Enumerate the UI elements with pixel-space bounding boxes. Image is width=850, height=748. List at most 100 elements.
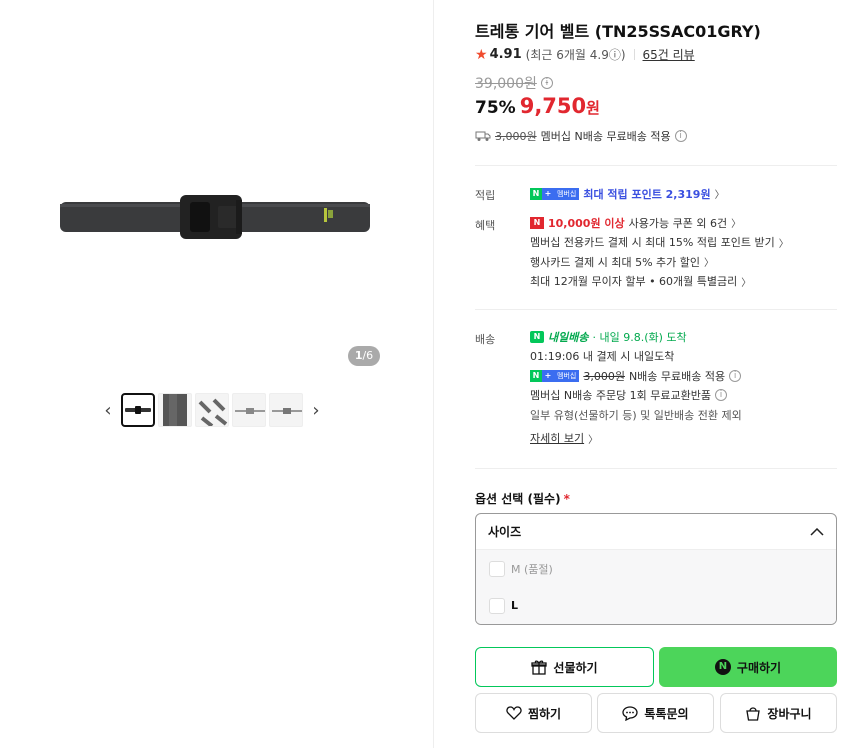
divider bbox=[475, 309, 837, 310]
option-label: L bbox=[511, 599, 519, 612]
delivery-label: 배송 bbox=[475, 333, 496, 346]
delivery-note: 일부 유형(선물하기 등) 및 일반배송 전환 제외 bbox=[530, 408, 742, 422]
size-select[interactable]: 사이즈 M (품절) L bbox=[475, 513, 837, 625]
badge-plus: + bbox=[542, 187, 554, 200]
badge-membership: 멤버십 bbox=[554, 369, 580, 382]
exchange-text: 멤버십 N배송 주문당 1회 무료교환반품 bbox=[530, 389, 712, 403]
arrival-date: · 내일 9.8.(화) 도착 bbox=[592, 330, 687, 344]
benefit-installment-line[interactable]: 최대 12개월 무이자 할부 • 60개월 특별금리 〉 bbox=[530, 272, 789, 292]
select-header[interactable]: 사이즈 bbox=[476, 514, 836, 550]
chevron-right-icon: 〉 bbox=[778, 238, 789, 250]
option-item-l[interactable]: L bbox=[476, 587, 836, 624]
benefit-discount-line[interactable]: 행사카드 결제 시 최대 5% 추가 할인 〉 bbox=[530, 252, 789, 272]
tomorrow-delivery-line: N 내일배송 · 내일 9.8.(화) 도착 bbox=[530, 327, 742, 347]
product-main-image[interactable] bbox=[40, 150, 390, 280]
image-gallery: 1/6 ‹ › bbox=[0, 0, 434, 748]
review-count-link[interactable]: 65건 리뷰 bbox=[643, 46, 695, 63]
delivery-body: N 내일배송 · 내일 9.8.(화) 도착 01:19:06 내 결제 시 내… bbox=[530, 327, 742, 448]
benefits-body: N 10,000원 이상 사용가능 쿠폰 외 6건 〉 멤버십 전용카드 결제 … bbox=[530, 213, 789, 291]
product-title: 트레통 기어 벨트 (TN25SSAC01GRY) bbox=[475, 22, 761, 41]
chevron-right-icon: 〉 bbox=[741, 277, 752, 289]
thumbnail-5[interactable] bbox=[269, 393, 303, 427]
chevron-right-icon: 〉 bbox=[731, 219, 742, 231]
delivery-fee: 3,000원 bbox=[583, 369, 625, 383]
info-icon[interactable]: i bbox=[540, 77, 553, 89]
option-item-m[interactable]: M (품절) bbox=[476, 550, 836, 587]
wish-button[interactable]: 찜하기 bbox=[475, 693, 592, 733]
talk-button[interactable]: 톡톡문의 bbox=[597, 693, 714, 733]
badge-membership: 멤버십 bbox=[554, 187, 580, 200]
belt-flat-thumb-icon bbox=[235, 408, 265, 414]
tomorrow-delivery-icon: N bbox=[530, 330, 544, 343]
gift-button[interactable]: 선물하기 bbox=[475, 647, 654, 687]
info-icon[interactable]: i bbox=[674, 130, 687, 142]
npay-membership-badge: N + 멤버십 bbox=[530, 187, 580, 200]
option-title: 옵션 선택 (필수) * bbox=[475, 490, 570, 507]
discount-rate: 75% bbox=[475, 98, 516, 118]
coupon-line[interactable]: N 10,000원 이상 사용가능 쿠폰 외 6건 〉 bbox=[530, 213, 789, 233]
coupon-text: 사용가능 쿠폰 외 6건 bbox=[628, 216, 728, 230]
benefit-card-line[interactable]: 멤버십 전용카드 결제 시 최대 15% 적립 포인트 받기 〉 bbox=[530, 233, 789, 253]
sale-price-row: 75% 9,750 원 bbox=[475, 94, 600, 118]
talk-label: 톡톡문의 bbox=[644, 706, 689, 721]
recent-rating[interactable]: (최근 6개월 4.9ⓘ) bbox=[526, 46, 626, 63]
cart-label: 장바구니 bbox=[767, 706, 812, 721]
buy-label: 구매하기 bbox=[736, 660, 782, 675]
detail-link[interactable]: 자세히 보기 bbox=[530, 430, 584, 446]
thumb-prev-icon[interactable]: ‹ bbox=[98, 393, 118, 427]
divider bbox=[475, 165, 837, 166]
sale-price: 9,750 bbox=[519, 94, 587, 118]
separator bbox=[633, 49, 635, 60]
truck-icon bbox=[475, 131, 491, 141]
thumbnail-3[interactable] bbox=[195, 393, 229, 427]
original-price: 39,000원 bbox=[475, 76, 537, 92]
buy-button[interactable]: N 구매하기 bbox=[659, 647, 837, 687]
thumbnail-2[interactable] bbox=[158, 393, 192, 427]
badge-n: N bbox=[530, 187, 542, 200]
points-line[interactable]: N + 멤버십 최대 적립 포인트 2,319원 〉 bbox=[530, 184, 725, 204]
image-page-indicator: 1/6 bbox=[348, 346, 380, 366]
thumb-next-icon[interactable]: › bbox=[306, 393, 326, 427]
belt-flat2-thumb-icon bbox=[272, 408, 302, 414]
page-total: /6 bbox=[362, 349, 374, 362]
checkbox[interactable] bbox=[489, 560, 505, 577]
shipping-row: 3,000원 멤버십 N배송 무료배송 적용 i bbox=[475, 128, 687, 144]
points-body: N + 멤버십 최대 적립 포인트 2,319원 〉 bbox=[530, 184, 725, 204]
option-title-text: 옵션 선택 (필수) bbox=[475, 492, 561, 506]
coupon-amount: 10,000원 이상 bbox=[548, 216, 625, 230]
chevron-right-icon: 〉 bbox=[588, 434, 599, 446]
shopping-bag-icon bbox=[746, 707, 761, 721]
benefit-discount-text: 행사카드 결제 시 최대 5% 추가 할인 bbox=[530, 255, 700, 269]
star-icon: ★ bbox=[475, 46, 488, 63]
rating-row: ★ 4.91 (최근 6개월 4.9ⓘ) 65건 리뷰 bbox=[475, 46, 695, 63]
wish-label: 찜하기 bbox=[527, 706, 562, 721]
chevron-up-icon bbox=[810, 527, 824, 536]
original-price-row: 39,000원 i bbox=[475, 73, 553, 93]
delivery-fee-line: N + 멤버십 3,000원 N배송 무료배송 적용 i bbox=[530, 366, 742, 386]
required-mark: * bbox=[563, 492, 570, 506]
cart-button[interactable]: 장바구니 bbox=[720, 693, 837, 733]
max-points-text: 최대 적립 포인트 2,319원 bbox=[583, 187, 711, 201]
delivery-note-line: 일부 유형(선물하기 등) 및 일반배송 전환 제외 bbox=[530, 405, 742, 425]
option-list: M (품절) L bbox=[476, 550, 836, 624]
belt-closeup-thumb-icon bbox=[163, 394, 187, 426]
checkbox[interactable] bbox=[489, 597, 505, 614]
gift-icon bbox=[531, 660, 548, 675]
select-label: 사이즈 bbox=[488, 525, 522, 539]
sale-currency: 원 bbox=[586, 99, 600, 117]
detail-link-line[interactable]: 자세히 보기 〉 bbox=[530, 429, 742, 449]
thumbnail-4[interactable] bbox=[232, 393, 266, 427]
info-icon[interactable]: i bbox=[715, 389, 728, 402]
badge-plus: + bbox=[542, 369, 554, 382]
points-label: 적립 bbox=[475, 189, 496, 202]
delivery-fee-text: N배송 무료배송 적용 bbox=[628, 369, 726, 383]
benefit-installment-text: 최대 12개월 무이자 할부 • 60개월 특별금리 bbox=[530, 275, 738, 289]
shipping-fee: 3,000원 bbox=[495, 130, 537, 143]
tomorrow-delivery-text: 내일배송 bbox=[548, 330, 589, 344]
benefit-card-text: 멤버십 전용카드 결제 시 최대 15% 적립 포인트 받기 bbox=[530, 236, 775, 250]
naver-n-icon: N bbox=[714, 659, 731, 675]
info-icon[interactable]: i bbox=[729, 369, 742, 382]
chat-bubble-icon bbox=[622, 706, 639, 721]
thumbnail-1[interactable] bbox=[121, 393, 155, 427]
belt-thumb-icon bbox=[125, 406, 151, 414]
